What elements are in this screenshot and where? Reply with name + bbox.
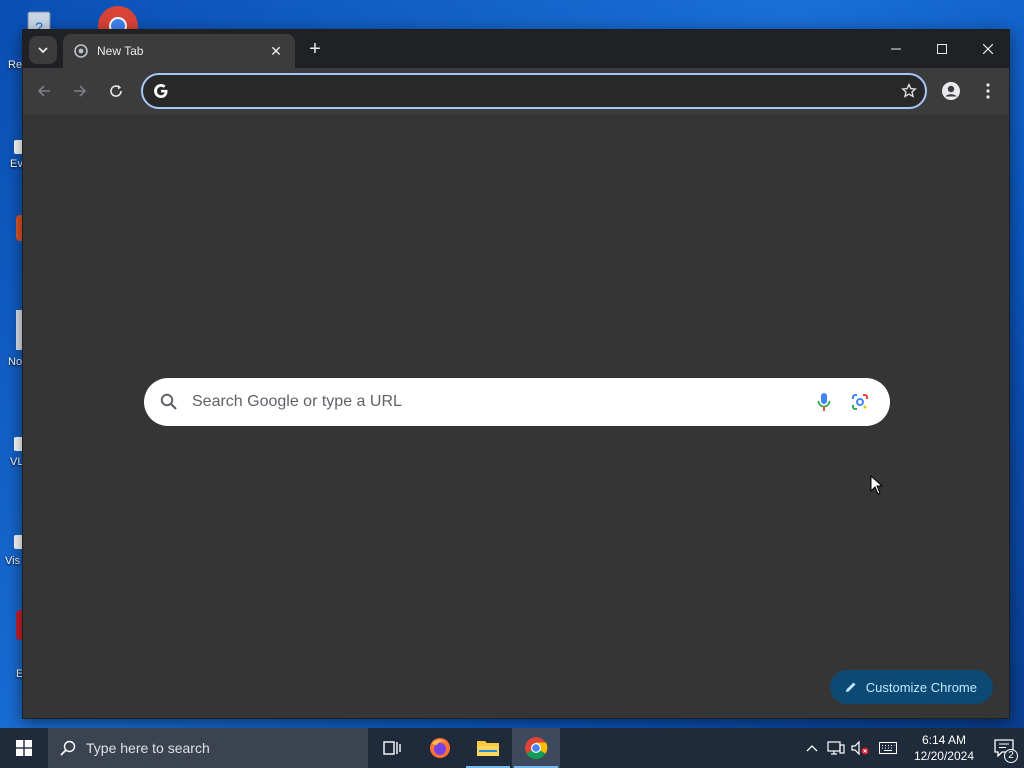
chrome-favicon-icon — [73, 43, 89, 59]
tab-new-tab[interactable]: New Tab ✕ — [63, 34, 295, 68]
maximize-icon — [937, 44, 947, 54]
reload-button[interactable] — [102, 77, 130, 105]
desktop-label: No — [8, 356, 23, 368]
keyboard-icon[interactable] — [872, 728, 904, 768]
folder-icon — [477, 741, 499, 756]
taskbar: 6:14 AM 12/20/2024 2 — [0, 728, 1024, 768]
kebab-menu-icon — [986, 83, 990, 99]
task-view-button[interactable] — [368, 728, 416, 768]
start-button[interactable] — [0, 728, 48, 768]
forward-arrow-icon — [74, 85, 87, 97]
ntp-search-box[interactable] — [144, 378, 890, 426]
ntp-search-input[interactable] — [178, 393, 802, 411]
reload-icon — [110, 85, 122, 97]
show-hidden-icons-button[interactable] — [800, 728, 824, 768]
network-icon[interactable] — [824, 728, 848, 768]
clock-date: 12/20/2024 — [913, 749, 974, 763]
chevron-down-icon — [38, 47, 48, 54]
action-center-button[interactable]: 2 — [984, 728, 1024, 768]
search-icon — [60, 740, 76, 756]
tab-title: New Tab — [97, 44, 144, 58]
mouse-cursor-icon — [870, 475, 884, 495]
taskbar-file-explorer[interactable] — [464, 728, 512, 768]
close-icon — [983, 44, 993, 54]
desktop-label: Vis — [5, 555, 21, 567]
customize-chrome-label: Customize Chrome — [865, 679, 977, 695]
firefox-icon — [430, 738, 450, 758]
new-tab-page: Customize Chrome — [23, 114, 1009, 718]
profile-button[interactable] — [937, 77, 965, 105]
title-bar: New Tab ✕ + — [23, 30, 1009, 68]
back-button[interactable] — [30, 77, 58, 105]
chrome-icon — [525, 737, 548, 759]
tab-close-icon[interactable]: ✕ — [267, 43, 285, 60]
clock-time: 6:14 AM — [921, 733, 966, 747]
volume-muted-icon[interactable] — [848, 728, 872, 768]
desktop-label: Re — [8, 59, 23, 71]
google-g-icon — [154, 84, 168, 98]
menu-button[interactable] — [974, 77, 1002, 105]
chrome-icon — [98, 6, 138, 30]
system-tray: 6:14 AM 12/20/2024 2 — [800, 728, 1024, 768]
search-icon — [160, 393, 177, 410]
voice-search-mic-icon[interactable] — [810, 388, 838, 416]
close-window-button[interactable] — [965, 30, 1011, 68]
customize-chrome-button[interactable]: Customize Chrome — [829, 670, 993, 704]
desktop-label: Ev — [10, 158, 23, 170]
tab-search-button[interactable] — [29, 36, 57, 64]
notification-count-badge: 2 — [1004, 749, 1018, 763]
address-input[interactable] — [169, 75, 893, 107]
bookmark-star-icon[interactable] — [893, 75, 925, 107]
taskbar-firefox[interactable] — [416, 728, 464, 768]
minimize-button[interactable] — [873, 30, 919, 68]
profile-icon — [942, 82, 960, 100]
back-arrow-icon — [37, 85, 50, 97]
minimize-icon — [891, 48, 901, 50]
maximize-button[interactable] — [919, 30, 965, 68]
taskbar-search-input[interactable] — [86, 740, 336, 756]
task-view-icon — [383, 741, 401, 755]
windows-logo-icon — [16, 740, 32, 756]
new-tab-button[interactable]: + — [303, 38, 327, 62]
taskbar-chrome[interactable] — [512, 728, 560, 768]
pencil-icon — [845, 682, 856, 692]
toolbar — [23, 68, 1009, 114]
address-bar[interactable] — [141, 73, 927, 109]
clock[interactable]: 6:14 AM 12/20/2024 — [904, 732, 984, 764]
chrome-window: New Tab ✕ + Search Google or type a URL … — [22, 29, 1010, 719]
forward-button[interactable] — [66, 77, 94, 105]
taskbar-search-box[interactable] — [48, 728, 368, 768]
google-lens-icon[interactable] — [846, 388, 874, 416]
chevron-up-icon — [806, 745, 818, 752]
desktop-icon-chrome[interactable] — [96, 4, 140, 30]
